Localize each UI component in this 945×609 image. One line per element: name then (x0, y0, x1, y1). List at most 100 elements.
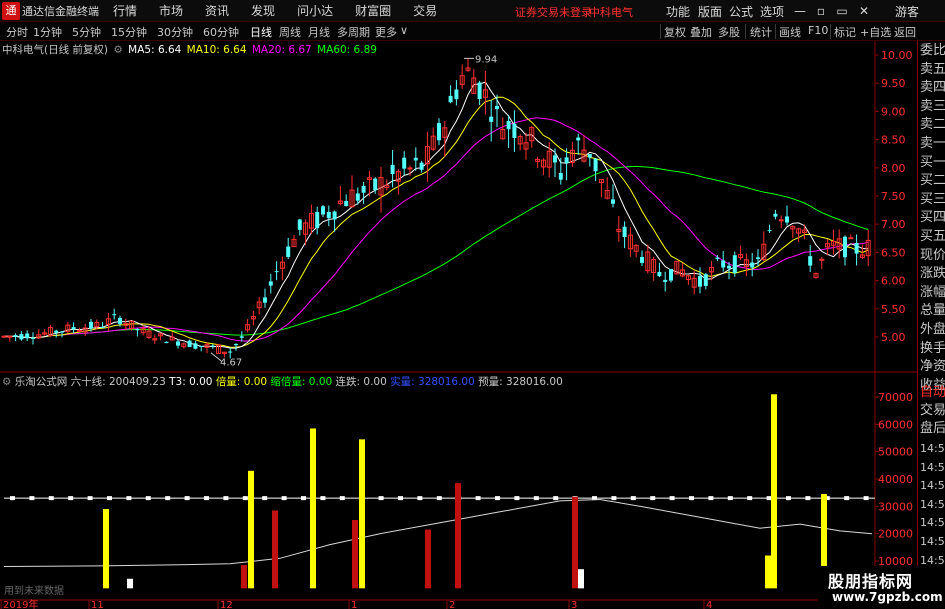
side-lower-label: 盘后 (920, 421, 945, 436)
reference-dot (727, 496, 733, 501)
candle-body (669, 269, 673, 281)
period-monthly[interactable]: 月线 (308, 24, 330, 40)
minimize-icon[interactable]: — (792, 3, 808, 19)
maximize-icon[interactable]: ▫ (813, 3, 829, 19)
restore-icon[interactable]: ▭ (834, 3, 850, 19)
menu-market[interactable]: 市场 (159, 2, 183, 19)
reference-dot (281, 496, 287, 501)
menu-options[interactable]: 选项 (760, 3, 784, 20)
menu-formula[interactable]: 公式 (729, 3, 753, 20)
side-label: 买四 (920, 210, 945, 226)
candle-body (854, 243, 859, 254)
period-weekly[interactable]: 周线 (279, 24, 301, 40)
settings-gear-icon[interactable]: ⚙ (113, 44, 122, 56)
reference-dot (669, 496, 675, 501)
btn-multi-stock[interactable]: 多股 (718, 24, 740, 40)
period-more[interactable]: 更多 (375, 24, 397, 40)
volume-bar (455, 483, 461, 589)
date-tick-label: 2019年 (3, 598, 38, 609)
reference-dot (10, 496, 15, 501)
btn-adjust[interactable]: 复权 (664, 24, 686, 40)
indicator-shi: 实量: 328016.00 (390, 376, 475, 388)
side-label: 外盘 (920, 322, 945, 337)
candle-body (407, 167, 413, 170)
side-label: 涨幅 (920, 284, 945, 300)
menu-wealth[interactable]: 财富圈 (355, 2, 391, 19)
candle-body (640, 257, 644, 263)
quote-side-panel: 委比 卖五 卖四 卖三 卖二 卖一 买一 买二 买三 买四 买五 现价 涨跌 涨幅 总量 外盘 换手 净资 收益 自动… (917, 41, 945, 609)
period-daily[interactable]: 日线 (250, 24, 272, 40)
candle-body (25, 333, 30, 339)
user-guest[interactable]: 游客 (895, 3, 919, 20)
toolbar-divider (660, 24, 661, 39)
candle-body (657, 271, 662, 277)
close-icon[interactable]: ✕ (856, 3, 872, 19)
date-tick-label: 2 (449, 600, 455, 609)
settings-gear-icon[interactable]: ⚙ (2, 376, 11, 388)
side-lower-label: 交易 (920, 403, 945, 418)
candle-body (454, 89, 459, 100)
menu-ask[interactable]: 问小达 (297, 2, 333, 19)
volume-tick-label: 50000 (878, 446, 913, 459)
reference-dot (533, 496, 539, 501)
menu-layout[interactable]: 版面 (698, 3, 722, 20)
side-label: 卖四 (920, 80, 945, 96)
low-marker: 4.67 (220, 358, 242, 369)
price-tick-label: 5.50 (881, 303, 906, 316)
kline-chart[interactable]: 10.00 9.50 9.00 8.50 8.00 7.50 7.00 6.50 6.00 5.5… (0, 41, 917, 609)
price-tick-label: 7.00 (881, 218, 906, 231)
menu-market-quotes[interactable]: 行情 (113, 2, 137, 19)
side-time: 14:56 (920, 497, 945, 511)
menu-discover[interactable]: 发现 (251, 2, 275, 19)
candle-body (228, 351, 233, 353)
candle-body (187, 340, 192, 348)
menu-trade[interactable]: 交易 (413, 2, 437, 19)
volume-tick-label: 30000 (878, 500, 913, 513)
reference-dot (805, 496, 811, 501)
menu-function[interactable]: 功能 (666, 3, 690, 20)
candle-body (564, 157, 569, 164)
chevron-down-icon[interactable]: ∨ (400, 24, 408, 37)
period-15min[interactable]: 15分钟 (111, 24, 147, 40)
candle-body (808, 256, 813, 266)
candle-body (210, 345, 215, 347)
side-label: 买二 (920, 173, 945, 189)
btn-statistics[interactable]: 统计 (750, 24, 772, 40)
candle-body (512, 123, 517, 139)
candle-body (819, 258, 825, 261)
btn-add-watchlist[interactable]: +自选 (860, 24, 891, 40)
period-60min[interactable]: 60分钟 (203, 24, 239, 40)
future-data-label: 用到未来数据 (4, 586, 64, 597)
candle-body (773, 213, 778, 217)
candle-body (558, 173, 563, 180)
period-intraday[interactable]: 分时 (6, 24, 28, 40)
period-1min[interactable]: 1分钟 (33, 24, 62, 40)
candle-body (135, 328, 140, 331)
indicator-name: 乐淘公式网 (14, 376, 68, 388)
btn-back[interactable]: 返回 (894, 24, 916, 40)
candle-body (698, 276, 702, 287)
period-5min[interactable]: 5分钟 (72, 24, 101, 40)
reference-dot (29, 496, 35, 501)
volume-bar (272, 510, 278, 589)
period-30min[interactable]: 30分钟 (157, 24, 193, 40)
candle-body (297, 219, 302, 230)
btn-mark[interactable]: 标记 (834, 24, 856, 40)
candle-body (234, 344, 238, 346)
candle-body (13, 335, 18, 337)
candle-body (31, 337, 35, 339)
side-label: 买三 (920, 191, 945, 207)
candle-body (402, 157, 407, 169)
menu-news[interactable]: 资讯 (205, 2, 229, 19)
btn-f10[interactable]: F10 (808, 24, 828, 37)
ma5-label: MA5: 6.64 (128, 44, 182, 56)
candle-body (326, 212, 331, 219)
candle-body (390, 164, 395, 175)
candle-body (373, 178, 378, 190)
btn-overlay[interactable]: 叠加 (690, 24, 712, 40)
date-tick-label: 11 (91, 600, 104, 609)
period-multi[interactable]: 多周期 (337, 24, 370, 40)
btn-draw[interactable]: 画线 (779, 24, 801, 40)
volume-bar (771, 394, 777, 589)
volume-bar (359, 439, 365, 589)
